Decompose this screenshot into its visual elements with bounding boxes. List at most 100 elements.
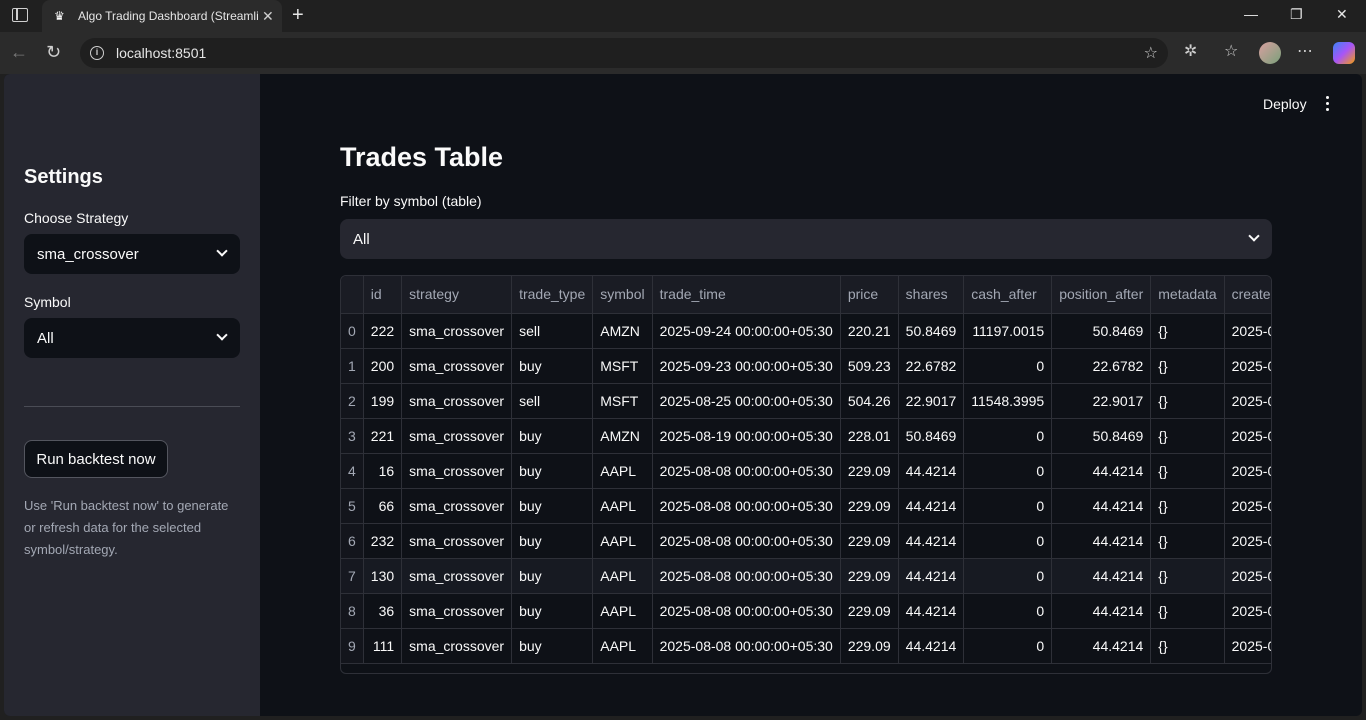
cell-symbol[interactable]: AAPL xyxy=(592,628,653,664)
table-row[interactable]: 2 199 sma_crossover sell MSFT 2025-08-25 00:0… xyxy=(341,383,1271,419)
cell-price[interactable]: 229.09 xyxy=(840,488,899,524)
cell-cash_after[interactable]: 0 xyxy=(963,453,1053,489)
symbol-select[interactable]: All xyxy=(24,318,240,358)
cell-symbol[interactable]: MSFT xyxy=(592,383,653,419)
column-header-trade_type[interactable]: trade_type xyxy=(511,276,594,314)
cell-strategy[interactable]: sma_crossover xyxy=(401,593,513,629)
cell-cash_after[interactable]: 11197.0015 xyxy=(963,313,1053,349)
cell-trade_time[interactable]: 2025-08-08 00:00:00+05:30 xyxy=(652,628,841,664)
cell-trade_type[interactable]: buy xyxy=(511,348,594,384)
column-header-price[interactable]: price xyxy=(840,276,899,314)
cell-position_after[interactable]: 44.4214 xyxy=(1051,593,1152,629)
column-header-symbol[interactable]: symbol xyxy=(592,276,653,314)
cell-trade_type[interactable]: sell xyxy=(511,383,594,419)
cell-id[interactable]: 232 xyxy=(363,523,403,559)
cell-created[interactable]: 2025-09 xyxy=(1224,628,1271,664)
cell-metadata[interactable]: {} xyxy=(1150,558,1225,594)
table-row[interactable]: 5 66 sma_crossover buy AAPL 2025-08-08 00:00:… xyxy=(341,488,1271,524)
table-row[interactable]: 8 36 sma_crossover buy AAPL 2025-08-08 00:00:… xyxy=(341,593,1271,629)
cell-symbol[interactable]: AAPL xyxy=(592,488,653,524)
cell-id[interactable]: 16 xyxy=(363,453,403,489)
cell-trade_type[interactable]: buy xyxy=(511,558,594,594)
cell-symbol[interactable]: AAPL xyxy=(592,558,653,594)
browser-tab[interactable]: ♛ Algo Trading Dashboard (Streamlit) ✕ xyxy=(42,0,282,32)
cell-metadata[interactable]: {} xyxy=(1150,453,1225,489)
column-header-created[interactable]: created xyxy=(1224,276,1271,314)
cell-cash_after[interactable]: 0 xyxy=(963,523,1053,559)
column-header-position_after[interactable]: position_after xyxy=(1051,276,1152,314)
cell-metadata[interactable]: {} xyxy=(1150,348,1225,384)
cell-id[interactable]: 200 xyxy=(363,348,403,384)
cell-id[interactable]: 222 xyxy=(363,313,403,349)
cell-price[interactable]: 229.09 xyxy=(840,628,899,664)
cell-strategy[interactable]: sma_crossover xyxy=(401,313,513,349)
cell-price[interactable]: 229.09 xyxy=(840,558,899,594)
cell-shares[interactable]: 50.8469 xyxy=(898,313,965,349)
cell-shares[interactable]: 44.4214 xyxy=(898,628,965,664)
cell-price[interactable]: 229.09 xyxy=(840,453,899,489)
cell-trade_type[interactable]: buy xyxy=(511,593,594,629)
cell-trade_time[interactable]: 2025-09-23 00:00:00+05:30 xyxy=(652,348,841,384)
cell-trade_time[interactable]: 2025-08-08 00:00:00+05:30 xyxy=(652,593,841,629)
cell-trade_time[interactable]: 2025-08-08 00:00:00+05:30 xyxy=(652,453,841,489)
cell-shares[interactable]: 22.9017 xyxy=(898,383,965,419)
cell-price[interactable]: 229.09 xyxy=(840,523,899,559)
address-bar[interactable]: i localhost:8501 ☆ xyxy=(80,38,1168,68)
strategy-select[interactable]: sma_crossover xyxy=(24,234,240,274)
cell-metadata[interactable]: {} xyxy=(1150,523,1225,559)
cell-created[interactable]: 2025-09 xyxy=(1224,558,1271,594)
cell-trade_type[interactable]: buy xyxy=(511,418,594,454)
cell-strategy[interactable]: sma_crossover xyxy=(401,348,513,384)
cell-symbol[interactable]: AAPL xyxy=(592,523,653,559)
cell-shares[interactable]: 44.4214 xyxy=(898,488,965,524)
cell-cash_after[interactable]: 0 xyxy=(963,558,1053,594)
cell-metadata[interactable]: {} xyxy=(1150,628,1225,664)
table-row[interactable]: 9 111 sma_crossover buy AAPL 2025-08-08 00:00… xyxy=(341,628,1271,664)
cell-created[interactable]: 2025-09 xyxy=(1224,593,1271,629)
cell-strategy[interactable]: sma_crossover xyxy=(401,418,513,454)
favorite-star-icon[interactable]: ☆ xyxy=(1144,43,1158,63)
cell-cash_after[interactable]: 0 xyxy=(963,628,1053,664)
more-options-icon[interactable]: ⋯ xyxy=(1297,42,1313,62)
cell-trade_time[interactable]: 2025-08-08 00:00:00+05:30 xyxy=(652,558,841,594)
profile-avatar[interactable] xyxy=(1259,42,1281,64)
cell-shares[interactable]: 22.6782 xyxy=(898,348,965,384)
cell-shares[interactable]: 50.8469 xyxy=(898,418,965,454)
site-info-icon[interactable]: i xyxy=(90,46,104,60)
close-tab-icon[interactable]: ✕ xyxy=(262,8,274,25)
column-header-id[interactable]: id xyxy=(363,276,403,314)
cell-position_after[interactable]: 44.4214 xyxy=(1051,558,1152,594)
cell-shares[interactable]: 44.4214 xyxy=(898,523,965,559)
cell-shares[interactable]: 44.4214 xyxy=(898,558,965,594)
table-row[interactable]: 6 232 sma_crossover buy AAPL 2025-08-08 00:00… xyxy=(341,523,1271,559)
cell-position_after[interactable]: 50.8469 xyxy=(1051,418,1152,454)
back-icon[interactable]: ← xyxy=(10,42,28,62)
cell-trade_time[interactable]: 2025-09-24 00:00:00+05:30 xyxy=(652,313,841,349)
column-header-shares[interactable]: shares xyxy=(898,276,965,314)
cell-cash_after[interactable]: 0 xyxy=(963,418,1053,454)
cell-position_after[interactable]: 44.4214 xyxy=(1051,523,1152,559)
column-header-trade_time[interactable]: trade_time xyxy=(652,276,841,314)
cell-metadata[interactable]: {} xyxy=(1150,488,1225,524)
minimize-icon[interactable]: — xyxy=(1244,6,1258,22)
cell-id[interactable]: 111 xyxy=(363,628,403,664)
cell-symbol[interactable]: AMZN xyxy=(592,418,653,454)
table-row[interactable]: 7 130 sma_crossover buy AAPL 2025-08-08 00:00… xyxy=(341,558,1271,594)
cell-position_after[interactable]: 22.6782 xyxy=(1051,348,1152,384)
cell-metadata[interactable]: {} xyxy=(1150,418,1225,454)
cell-trade_type[interactable]: buy xyxy=(511,453,594,489)
cell-created[interactable]: 2025-09 xyxy=(1224,313,1271,349)
cell-price[interactable]: 504.26 xyxy=(840,383,899,419)
cell-created[interactable]: 2025-09 xyxy=(1224,383,1271,419)
cell-price[interactable]: 228.01 xyxy=(840,418,899,454)
cell-id[interactable]: 66 xyxy=(363,488,403,524)
cell-trade_time[interactable]: 2025-08-08 00:00:00+05:30 xyxy=(652,488,841,524)
trades-table[interactable]: id strategy trade_type symbol trade_time pric… xyxy=(340,275,1272,674)
table-row[interactable]: 4 16 sma_crossover buy AAPL 2025-08-08 00:00:… xyxy=(341,453,1271,489)
cell-strategy[interactable]: sma_crossover xyxy=(401,488,513,524)
cell-symbol[interactable]: AAPL xyxy=(592,453,653,489)
cell-symbol[interactable]: MSFT xyxy=(592,348,653,384)
cell-strategy[interactable]: sma_crossover xyxy=(401,628,513,664)
cell-id[interactable]: 36 xyxy=(363,593,403,629)
new-tab-icon[interactable]: + xyxy=(292,5,304,25)
